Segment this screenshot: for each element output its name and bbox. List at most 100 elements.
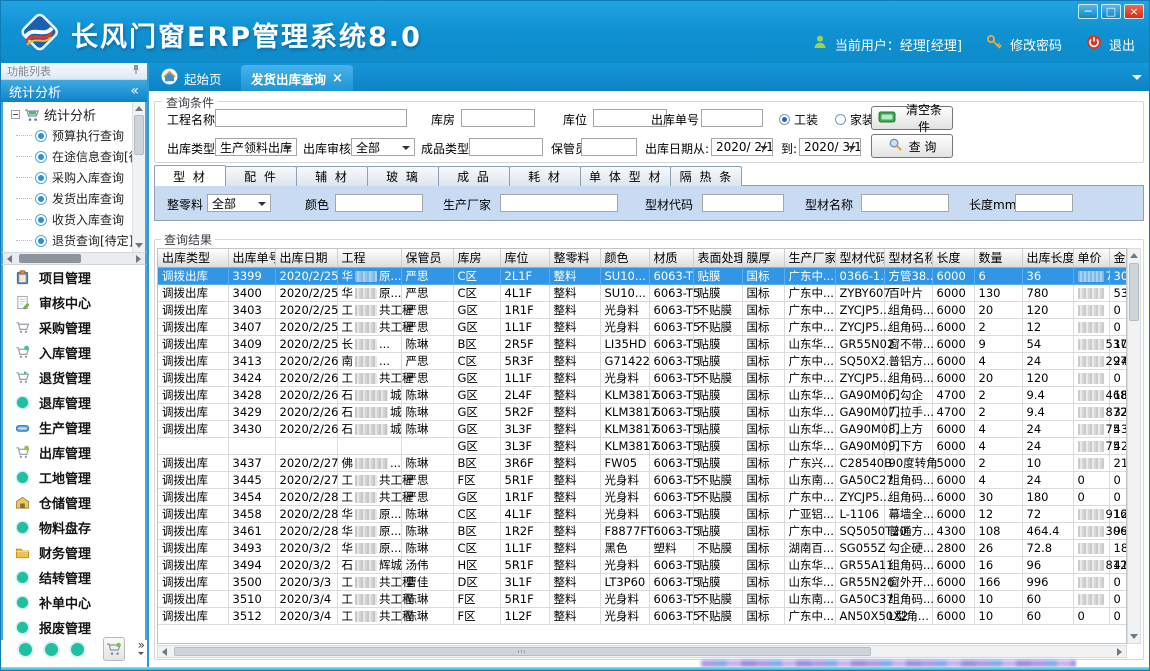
material-tab-耗材[interactable]: 耗 材 — [509, 166, 581, 186]
tree-item[interactable]: 发货出库查询 — [3, 188, 145, 209]
collapsed-cart-button[interactable] — [103, 637, 125, 661]
order-no-input[interactable] — [701, 109, 763, 127]
column-header[interactable]: 型材名称 — [884, 249, 932, 267]
sidebar-item-财务管理[interactable]: 财务管理 — [3, 540, 145, 565]
sidebar-item-工地管理[interactable]: 工地管理 — [3, 465, 145, 490]
scroll-left-icon[interactable] — [3, 253, 15, 265]
table-row[interactable]: 调拨出库33992020/2/25华原...严思C区2L1F整料SU10...6… — [158, 267, 1127, 284]
column-header[interactable]: 出库长度 — [1022, 249, 1073, 267]
collapsed-menu-dot[interactable] — [45, 643, 58, 656]
sidebar-item-审核中心[interactable]: 审核中心 — [3, 290, 145, 315]
table-row[interactable]: 调拨出库34582020/2/28华原...陈琳C区4L1F整料光身料6063-… — [158, 505, 1127, 522]
scroll-left-icon[interactable] — [158, 646, 170, 658]
tree-vertical-scrollbar[interactable] — [132, 102, 145, 252]
warehouse-input[interactable] — [461, 109, 535, 127]
column-header[interactable]: 整零料 — [549, 249, 600, 267]
column-header[interactable]: 工程 — [337, 249, 401, 267]
table-row[interactable]: 调拨出库34932020/3/2华原...陈琳C区1L1F整料黑色塑料不贴膜国标… — [158, 539, 1127, 556]
table-row[interactable]: 调拨出库34292020/2/26石城陈琳G区5R2F整料KLM38176063… — [158, 403, 1127, 420]
date-from-select[interactable]: 2020/ 2/16 — [711, 138, 773, 156]
tree-horizontal-scrollbar[interactable] — [1, 252, 147, 265]
sidebar-item-生产管理[interactable]: 生产管理 — [3, 415, 145, 440]
scroll-up-icon[interactable] — [1128, 249, 1140, 261]
length-input[interactable] — [1015, 194, 1073, 212]
column-header[interactable]: 长度 — [932, 249, 974, 267]
collapsed-menu-dot[interactable] — [19, 643, 32, 656]
column-header[interactable]: 材质 — [649, 249, 693, 267]
column-header[interactable]: 生产厂家 — [784, 249, 835, 267]
radio-gongzhuang[interactable]: 工装 — [779, 111, 818, 128]
sidebar-item-退货管理[interactable]: 退货管理 — [3, 365, 145, 390]
tree-item[interactable]: 收货入库查询 — [3, 209, 145, 230]
tab-shipment-query[interactable]: 发货出库查询 × — [241, 65, 353, 91]
tab-close-icon[interactable]: × — [332, 71, 343, 86]
table-row[interactable]: 调拨出库34032020/2/25工共工程严思G区1R1F整料光身料6063-T… — [158, 301, 1127, 318]
tree-item[interactable]: 预算执行查询 — [3, 125, 145, 146]
column-header[interactable]: 出库单号 — [228, 249, 275, 267]
sidebar-item-补单中心[interactable]: 补单中心 — [3, 590, 145, 615]
product-type-input[interactable] — [469, 138, 543, 156]
clear-conditions-button[interactable]: 清空条件 — [871, 106, 953, 130]
table-row[interactable]: 调拨出库34452020/2/27工共工程严思F区5R1F整料光身料6063-T… — [158, 471, 1127, 488]
material-tab-玻璃[interactable]: 玻 璃 — [367, 166, 439, 186]
material-tab-隔热条[interactable]: 隔 热 条 — [670, 166, 742, 186]
column-header[interactable]: 表面处理 — [693, 249, 742, 267]
profile-name-input[interactable] — [861, 194, 949, 212]
column-header[interactable]: 单价 — [1073, 249, 1109, 267]
sidebar-item-仓储管理[interactable]: 仓储管理 — [3, 490, 145, 515]
sidebar-item-入库管理[interactable]: 入库管理 — [3, 340, 145, 365]
collapse-icon[interactable]: « — [130, 83, 139, 99]
minimize-button[interactable]: ─ — [1078, 4, 1098, 19]
material-tab-辅材[interactable]: 辅 材 — [296, 166, 368, 186]
sidebar-item-物料盘存[interactable]: 物料盘存 — [3, 515, 145, 540]
sidebar-item-结转管理[interactable]: 结转管理 — [3, 565, 145, 590]
table-row[interactable]: 调拨出库34372020/2/27佛...陈琳B区3R6F整料FW056063-… — [158, 454, 1127, 471]
table-row[interactable]: G区3L3F整料KLM38176063-T5贴膜国标山东华...GA90M09.… — [158, 437, 1127, 454]
change-password-link[interactable]: 修改密码 — [1010, 35, 1062, 54]
table-row[interactable]: 调拨出库35002020/3/3工共工程曹佳D区3L1F整料LT3P606063… — [158, 573, 1127, 590]
scroll-right-icon[interactable] — [1114, 646, 1126, 658]
grid-vertical-scrollbar[interactable] — [1127, 248, 1141, 644]
tree-scroll-thumb[interactable] — [134, 115, 144, 155]
overflow-chevron[interactable]: » — [138, 641, 145, 658]
radio-jiazhuang[interactable]: 家装 — [835, 111, 874, 128]
close-button[interactable]: × — [1124, 4, 1144, 19]
table-row[interactable]: 调拨出库35122020/3/4工共工程陈琳F区1L2F整料光身料6063-T5… — [158, 607, 1127, 624]
table-row[interactable]: 调拨出库34242020/2/26工共工程严思G区1L1F整料光身料6063-T… — [158, 369, 1127, 386]
column-header[interactable]: 数量 — [974, 249, 1022, 267]
table-row[interactable]: 调拨出库34072020/2/25工共工程严思G区1L1F整料光身料6063-T… — [158, 318, 1127, 335]
tree-hscroll-thumb[interactable] — [19, 254, 81, 263]
out-type-select[interactable]: 生产领料出库 — [215, 138, 297, 156]
search-button[interactable]: 查 询 — [871, 134, 953, 158]
column-header[interactable]: 出库日期 — [275, 249, 337, 267]
manufacturer-input[interactable] — [500, 194, 618, 212]
whole-part-select[interactable]: 全部 — [207, 194, 271, 212]
sidebar-item-出库管理[interactable]: 出库管理 — [3, 440, 145, 465]
column-header[interactable]: 保管员 — [401, 249, 453, 267]
audit-select[interactable]: 全部 — [351, 138, 415, 156]
grid-horizontal-scrollbar[interactable] — [157, 645, 1127, 658]
table-row[interactable]: 调拨出库34132020/2/26南...严思C区5R3F整料G71422606… — [158, 352, 1127, 369]
tree-item[interactable]: 采购入库查询 — [3, 167, 145, 188]
material-tab-配件[interactable]: 配 件 — [225, 166, 297, 186]
table-row[interactable]: 调拨出库34302020/2/26石城陈琳G区3L3F整料KLM38176063… — [158, 420, 1127, 437]
table-row[interactable]: 调拨出库34092020/2/25长...陈琳B区2R5F整料LI35HD606… — [158, 335, 1127, 352]
project-name-input[interactable] — [215, 109, 407, 127]
sidebar-item-退库管理[interactable]: 退库管理 — [3, 390, 145, 415]
scroll-up-icon[interactable] — [133, 102, 145, 114]
keeper-input[interactable] — [581, 138, 637, 156]
table-row[interactable]: 调拨出库34612020/2/28华原...陈琳B区1R2F整料F8877FT6… — [158, 522, 1127, 539]
tree-item[interactable]: 在途信息查询[待 — [3, 146, 145, 167]
grid-hscroll-thumb[interactable] — [174, 647, 871, 656]
column-header[interactable]: 金额 — [1109, 249, 1127, 267]
material-tab-型材[interactable]: 型 材 — [154, 165, 226, 186]
pin-icon[interactable] — [131, 64, 141, 78]
scroll-down-icon[interactable] — [1128, 631, 1140, 643]
stats-section-header[interactable]: 统计分析 « — [1, 80, 147, 102]
date-to-select[interactable]: 2020/ 3/16 — [799, 138, 861, 156]
column-header[interactable]: 膜厚 — [742, 249, 784, 267]
tree-expander-icon[interactable] — [11, 110, 20, 119]
column-header[interactable]: 库房 — [453, 249, 500, 267]
column-header[interactable]: 出库类型 — [158, 249, 228, 267]
color-input[interactable] — [335, 194, 423, 212]
